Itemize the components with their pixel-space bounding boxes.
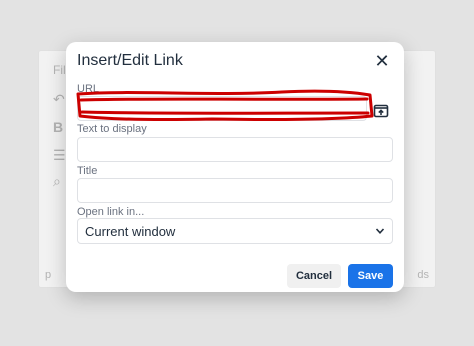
chevron-down-icon <box>375 228 385 234</box>
browse-url-icon[interactable] <box>373 103 389 119</box>
editor-statusbar-path: p <box>45 269 52 281</box>
url-input[interactable] <box>77 96 367 121</box>
open-link-select[interactable]: Current window <box>77 218 393 244</box>
close-icon[interactable]: ✕ <box>374 52 390 70</box>
open-link-label: Open link in... <box>77 206 145 218</box>
bold-icon: B <box>53 119 64 135</box>
text-to-display-label: Text to display <box>77 123 147 135</box>
open-link-selected-value: Current window <box>85 224 176 239</box>
text-to-display-input[interactable] <box>77 137 393 162</box>
title-input[interactable] <box>77 178 393 203</box>
indent-icon: ☰ <box>53 147 66 163</box>
title-label: Title <box>77 165 98 177</box>
save-button[interactable]: Save <box>348 264 393 288</box>
insert-link-dialog: Insert/Edit Link ✕ URL Text to display T… <box>66 42 404 292</box>
editor-statusbar-words: ds <box>417 269 429 281</box>
undo-icon: ↶ <box>53 91 65 107</box>
url-label: URL <box>77 83 100 95</box>
cancel-button[interactable]: Cancel <box>287 264 341 288</box>
search-icon: ⌕ <box>53 173 61 189</box>
dialog-title: Insert/Edit Link <box>77 52 183 69</box>
